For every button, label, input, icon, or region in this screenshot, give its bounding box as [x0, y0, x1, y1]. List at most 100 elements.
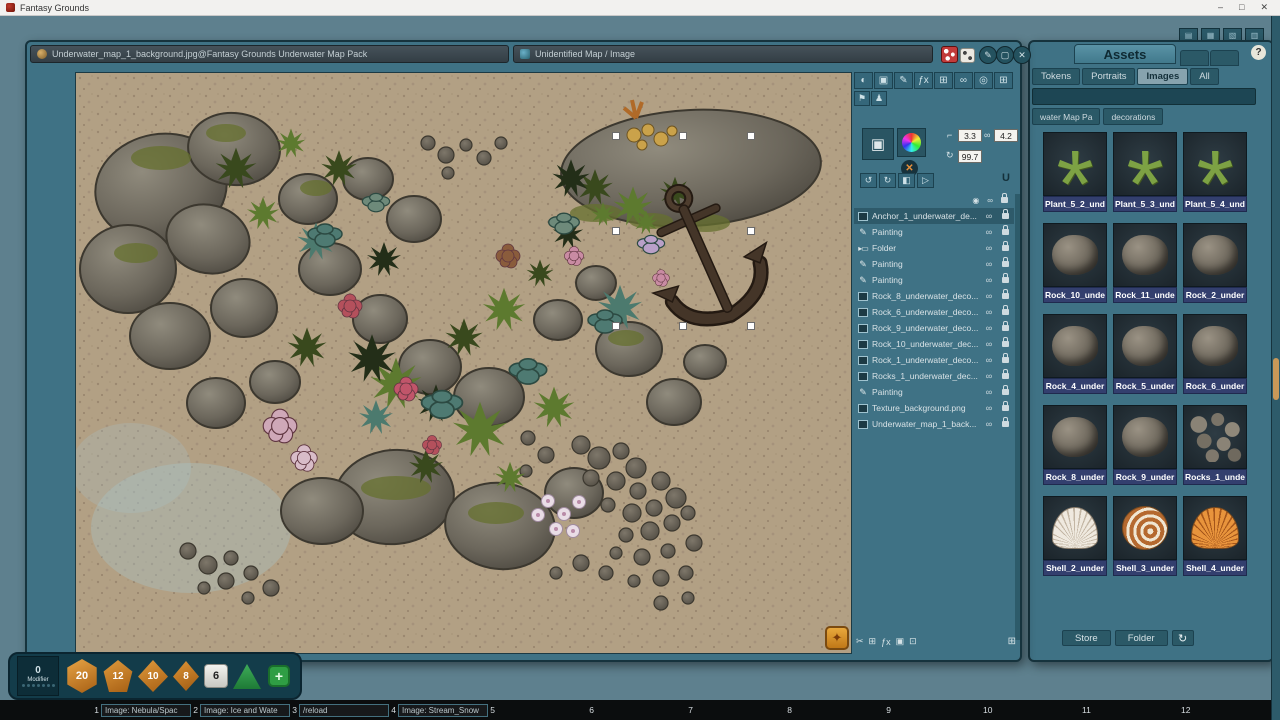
tool-icon[interactable]: ◎: [974, 72, 993, 89]
hotbar-slot[interactable]: 1 Image: Nebula/Spac: [92, 700, 191, 720]
rotation-field[interactable]: 99.7: [958, 150, 982, 163]
map-canvas[interactable]: ✦: [75, 72, 852, 654]
fx-icon[interactable]: ƒx: [881, 637, 891, 647]
asset-item[interactable]: Rock_8_under: [1043, 405, 1107, 485]
die-button[interactable]: 8: [173, 661, 199, 691]
layer-lock-icon[interactable]: [1002, 293, 1009, 299]
layer-row[interactable]: Painting: [854, 384, 1014, 400]
maximize-icon[interactable]: □: [1239, 2, 1244, 13]
history-icon[interactable]: ◧: [898, 173, 915, 188]
asset-item[interactable]: Plant_5_2_und: [1043, 132, 1107, 212]
tool-icon[interactable]: ⊞: [994, 72, 1013, 89]
hotbar-slot[interactable]: 6: [587, 700, 686, 720]
asset-item[interactable]: Shell_3_under: [1113, 496, 1177, 576]
edge-scrollbar[interactable]: [1271, 16, 1280, 720]
layer-link-icon[interactable]: [982, 355, 996, 365]
layer-row[interactable]: Rock_9_underwater_deco...: [854, 320, 1014, 336]
asset-item[interactable]: Rock_9_under: [1113, 405, 1177, 485]
layer-link-icon[interactable]: [982, 291, 996, 301]
asset-item[interactable]: Shell_4_under: [1183, 496, 1247, 576]
layer-lock-icon[interactable]: [1002, 341, 1009, 347]
layer-link-icon[interactable]: [982, 339, 996, 349]
die-button[interactable]: [233, 663, 261, 689]
image-layer-icon[interactable]: ▣: [896, 636, 905, 647]
layer-lock-icon[interactable]: [1002, 261, 1009, 267]
hotbar-slot-label[interactable]: Image: Nebula/Spac: [101, 704, 191, 717]
layer-row[interactable]: Rocks_1_underwater_dec...: [854, 368, 1014, 384]
lock-column-icon[interactable]: [1001, 197, 1008, 203]
asset-item[interactable]: Rock_10_unde: [1043, 223, 1107, 303]
layer-lock-icon[interactable]: [1002, 309, 1009, 315]
layer-link-icon[interactable]: [982, 307, 996, 317]
layer-lock-icon[interactable]: [1002, 213, 1009, 219]
layer-row[interactable]: Texture_background.png: [854, 400, 1014, 416]
assets-tab[interactable]: Portraits: [1082, 68, 1135, 85]
hotbar-slot[interactable]: 2 Image: Ice and Wate: [191, 700, 290, 720]
tool-icon[interactable]: ⊞: [934, 72, 953, 89]
hotbar-slot[interactable]: 4 Image: Stream_Snow: [389, 700, 488, 720]
visibility-column-icon[interactable]: ◉: [972, 196, 979, 205]
snap-grid-icon[interactable]: ⊞: [869, 636, 877, 647]
hotbar-slot[interactable]: 3 /reload: [290, 700, 389, 720]
breadcrumb-button[interactable]: water Map Pa: [1032, 108, 1100, 125]
layer-link-icon[interactable]: [982, 243, 996, 253]
layer-row[interactable]: Underwater_map_1_back...: [854, 416, 1014, 432]
hotbar-slot-label[interactable]: Image: Ice and Wate: [200, 704, 290, 717]
layer-lock-icon[interactable]: [1002, 277, 1009, 283]
layer-lock-icon[interactable]: [1002, 389, 1009, 395]
close-icon[interactable]: ✕: [1260, 2, 1268, 13]
stamp-icon[interactable]: ⊡: [909, 636, 917, 647]
die-button[interactable]: 10: [138, 660, 168, 692]
asset-item[interactable]: Rock_2_under: [1183, 223, 1247, 303]
asset-item[interactable]: Rock_6_under: [1183, 314, 1247, 394]
layer-lock-icon[interactable]: [1002, 405, 1009, 411]
compass-button[interactable]: ✦: [825, 626, 849, 650]
tool-icon[interactable]: ƒx: [914, 72, 933, 89]
hotbar-slot[interactable]: 8: [785, 700, 884, 720]
layer-row[interactable]: Anchor_1_underwater_de...: [854, 208, 1014, 224]
assets-minitab-2[interactable]: [1210, 50, 1239, 66]
hotbar-slot[interactable]: 9: [884, 700, 983, 720]
die-button[interactable]: 20: [66, 659, 98, 693]
color-wheel-icon[interactable]: [897, 128, 926, 157]
asset-item[interactable]: Rock_11_unde: [1113, 223, 1177, 303]
history-icon[interactable]: ▷: [917, 173, 934, 188]
height-field[interactable]: 4.2: [994, 129, 1018, 142]
asset-item[interactable]: Rock_4_under: [1043, 314, 1107, 394]
layer-link-icon[interactable]: [982, 323, 996, 333]
map-window-tab-source[interactable]: Underwater_map_1_background.jpg@Fantasy …: [30, 45, 509, 63]
layer-lock-icon[interactable]: [1002, 421, 1009, 427]
layer-lock-icon[interactable]: [1002, 229, 1009, 235]
hotbar-slot[interactable]: 11: [1082, 700, 1181, 720]
tool-icon[interactable]: ▣: [874, 72, 893, 89]
layer-list-scrollbar[interactable]: [1015, 194, 1020, 640]
history-icon[interactable]: ↺: [860, 173, 877, 188]
die-button[interactable]: 12: [103, 660, 133, 692]
assets-tab[interactable]: Tokens: [1032, 68, 1080, 85]
layer-row[interactable]: Painting: [854, 272, 1014, 288]
assets-tab[interactable]: All: [1190, 68, 1219, 85]
window-close-button[interactable]: ✕: [1013, 46, 1031, 64]
layer-lock-icon[interactable]: [1002, 245, 1009, 251]
asset-item[interactable]: Plant_5_3_und: [1113, 132, 1177, 212]
cut-icon[interactable]: ✂: [856, 636, 864, 647]
assets-minitab-1[interactable]: [1180, 50, 1209, 66]
breadcrumb-button[interactable]: decorations: [1103, 108, 1163, 125]
red-die-icon[interactable]: [941, 46, 958, 63]
layer-lock-icon[interactable]: [1002, 373, 1009, 379]
asset-item[interactable]: Shell_2_under: [1043, 496, 1107, 576]
layer-link-icon[interactable]: [982, 275, 996, 285]
layer-row[interactable]: Painting: [854, 224, 1014, 240]
layer-lock-icon[interactable]: [1002, 357, 1009, 363]
hotbar-slot-label[interactable]: /reload: [299, 704, 389, 717]
grid-toggle-icon[interactable]: ⊞: [1008, 636, 1016, 647]
tool-icon[interactable]: ♟: [871, 91, 887, 106]
assets-search-input[interactable]: [1032, 88, 1256, 105]
window-edit-button[interactable]: ✎: [979, 46, 997, 64]
hotbar-slot[interactable]: 10: [983, 700, 1082, 720]
layer-row[interactable]: Rock_1_underwater_deco...: [854, 352, 1014, 368]
minimize-icon[interactable]: –: [1218, 2, 1223, 13]
link-column-icon[interactable]: ∞: [987, 196, 993, 205]
layer-link-icon[interactable]: [982, 387, 996, 397]
asset-item[interactable]: Plant_5_4_und: [1183, 132, 1247, 212]
